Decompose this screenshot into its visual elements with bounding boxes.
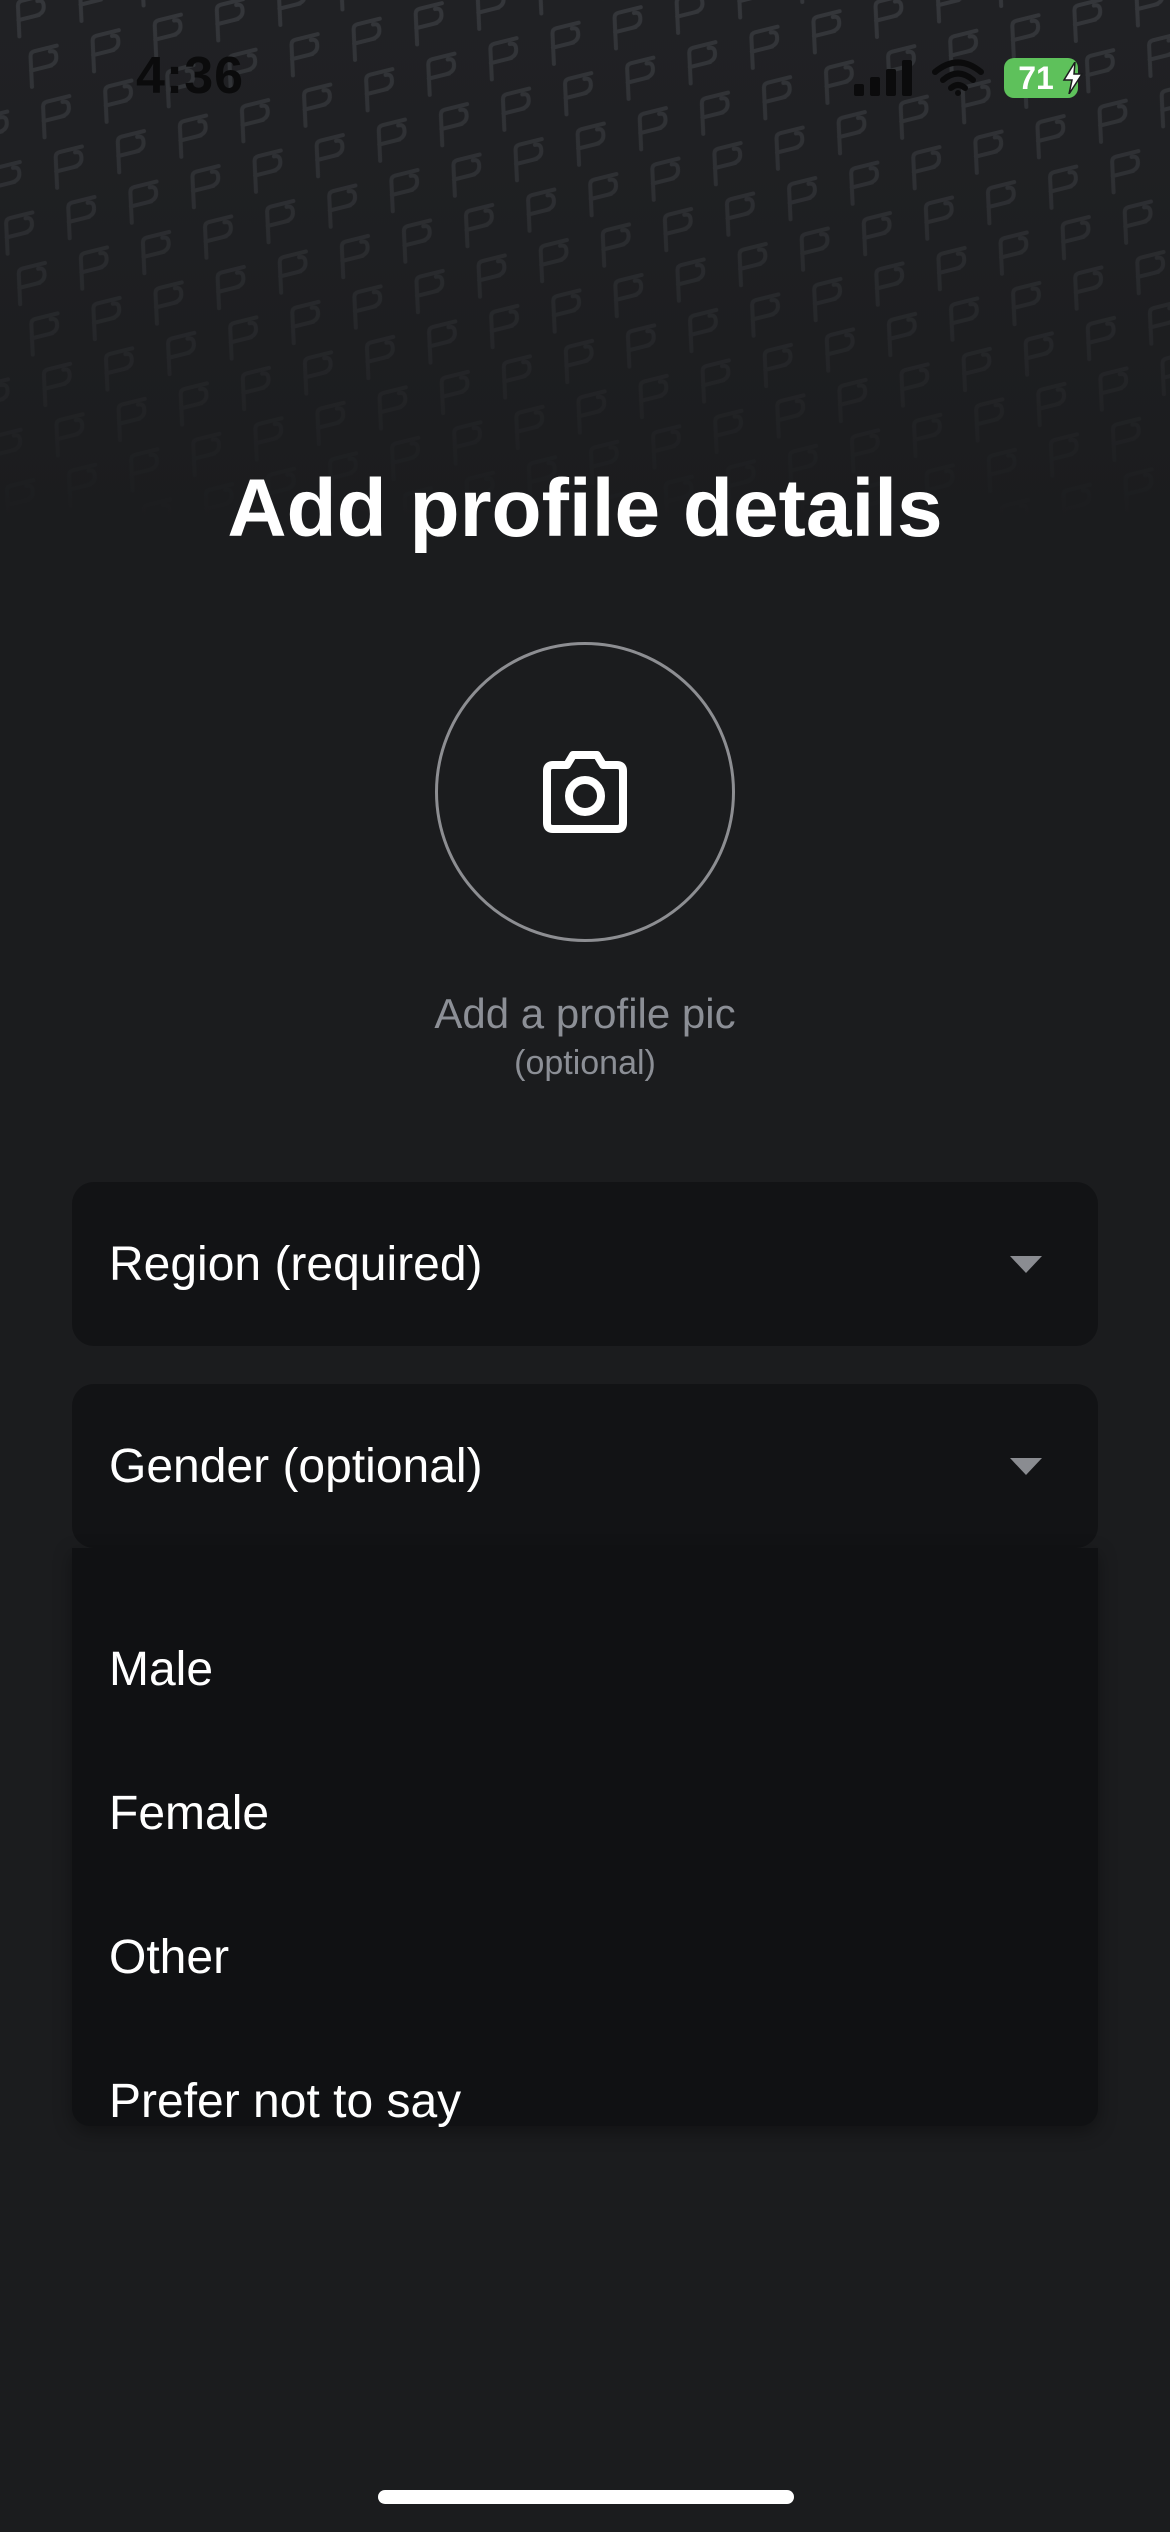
battery-level: 71 — [1018, 59, 1054, 96]
caret-down-icon — [1010, 1458, 1042, 1475]
profile-pic-sublabel: (optional) — [514, 1044, 656, 1082]
status-icons: 71 — [854, 56, 1084, 100]
battery-icon: 71 — [1004, 58, 1084, 98]
gender-select[interactable]: Gender (optional) — [72, 1384, 1098, 1548]
wifi-icon — [932, 59, 984, 96]
gender-option-prefer-not-to-say[interactable]: Prefer not to say — [109, 2072, 461, 2132]
signal-icon — [854, 60, 912, 96]
caret-down-icon — [1010, 1256, 1042, 1273]
profile-details-screen: 4:36 71 Add profile details Add a profil… — [0, 0, 1170, 2532]
region-select-label: Region (required) — [109, 1237, 483, 1291]
page-title: Add profile details — [227, 463, 943, 554]
gender-dropdown-menu: Male Female Other Prefer not to say — [72, 1548, 1098, 2128]
gender-option-other[interactable]: Other — [109, 1928, 229, 1988]
home-indicator[interactable] — [378, 2490, 794, 2504]
profile-pic-label: Add a profile pic — [434, 990, 736, 1037]
gender-option-female[interactable]: Female — [109, 1784, 269, 1844]
charging-bolt-icon — [1062, 62, 1084, 94]
gender-option-male[interactable]: Male — [109, 1640, 213, 1700]
status-time: 4:36 — [136, 47, 245, 105]
region-select[interactable]: Region (required) — [72, 1182, 1098, 1346]
gender-select-label: Gender (optional) — [109, 1439, 483, 1493]
add-profile-pic-button[interactable] — [435, 642, 735, 942]
camera-icon — [543, 751, 627, 833]
